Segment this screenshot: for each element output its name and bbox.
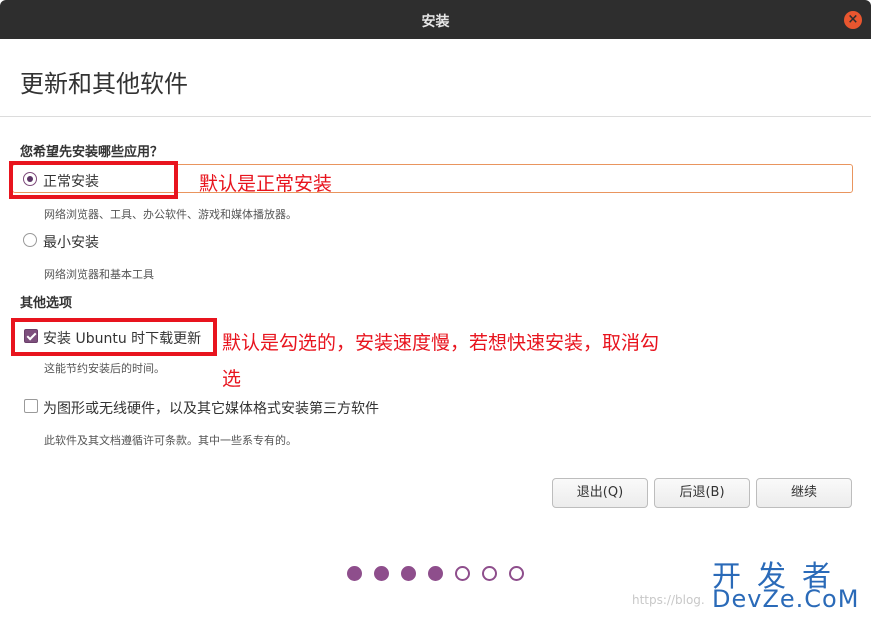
window-titlebar: 安装 × — [0, 0, 871, 39]
progress-dot — [455, 566, 470, 581]
header-divider — [0, 116, 871, 117]
third-party-checkbox[interactable] — [24, 399, 38, 413]
minimal-install-description: 网络浏览器和基本工具 — [44, 268, 154, 281]
page-title: 更新和其他软件 — [20, 70, 188, 98]
progress-dot — [428, 566, 443, 581]
quit-button[interactable]: 退出(Q) — [552, 478, 648, 508]
progress-dot — [401, 566, 416, 581]
progress-dot — [347, 566, 362, 581]
download-updates-description: 这能节约安装后的时间。 — [44, 362, 165, 375]
minimal-install-radio[interactable] — [23, 233, 37, 247]
progress-dot — [482, 566, 497, 581]
window-title: 安装 — [421, 14, 450, 30]
progress-dot — [509, 566, 524, 581]
annotation-updates-line2: 选 — [222, 368, 242, 390]
back-button[interactable]: 后退(B) — [654, 478, 750, 508]
annotation-updates-line1: 默认是勾选的，安装速度慢，若想快速安装，取消勾 — [222, 332, 660, 354]
continue-button[interactable]: 继续 — [756, 478, 852, 508]
progress-dot — [374, 566, 389, 581]
third-party-description: 此软件及其文档遵循许可条款。其中一些系专有的。 — [44, 434, 297, 447]
apps-section-title: 您希望先安装哪些应用？ — [20, 145, 164, 160]
other-options-title: 其他选项 — [20, 296, 73, 311]
annotation-box-normal-install — [9, 161, 178, 199]
minimal-install-label[interactable]: 最小安装 — [43, 232, 99, 252]
close-icon[interactable]: × — [844, 11, 862, 29]
watermark-url: https://blog. — [632, 593, 705, 607]
annotation-normal-install: 默认是正常安装 — [199, 173, 333, 195]
third-party-label[interactable]: 为图形或无线硬件，以及其它媒体格式安装第三方软件 — [43, 398, 379, 418]
annotation-box-download-updates — [11, 318, 217, 356]
watermark-brand-bottom: DevZe.CoM — [712, 585, 860, 613]
normal-install-description: 网络浏览器、工具、办公软件、游戏和媒体播放器。 — [44, 208, 297, 221]
